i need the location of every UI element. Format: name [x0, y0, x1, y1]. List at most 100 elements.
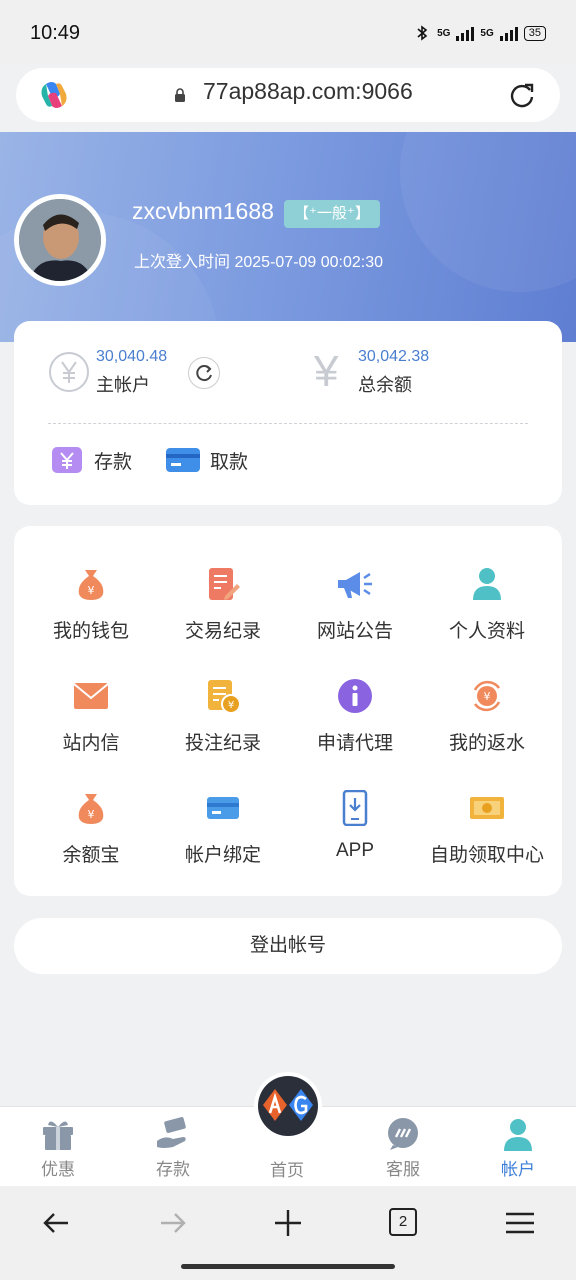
username: zxcvbnm1688 — [132, 198, 274, 224]
tab-account[interactable]: 帐户 — [478, 1117, 558, 1180]
last-login-label: 上次登入时间 — [134, 254, 231, 271]
home-indicator — [181, 1264, 395, 1269]
reload-icon[interactable] — [508, 81, 536, 109]
balance-card: 30,040.48 主帐户 ¥ 30,042.38 总余额 存款 取款 — [14, 321, 562, 505]
svg-text:¥: ¥ — [484, 690, 491, 703]
tab-customer-service[interactable]: 客服 — [363, 1117, 443, 1180]
menu-hamburger-icon[interactable] — [503, 1206, 537, 1240]
svg-text:¥: ¥ — [88, 584, 95, 597]
profile-header: zxcvbnm1688 【⁺一般⁺】 上次登入时间 2025-07-09 00:… — [0, 132, 576, 342]
network-type-1: 5G — [437, 27, 451, 39]
phone-download-icon — [335, 788, 375, 828]
menu-label: 申请代理 — [316, 733, 393, 754]
deposit-button[interactable]: 存款 — [50, 443, 132, 477]
last-login: 上次登入时间 2025-07-09 00:02:30 — [134, 248, 383, 272]
menu-item-my-rebate[interactable]: ¥ 我的返水 — [421, 662, 553, 762]
menu-label: 余额宝 — [62, 845, 120, 866]
copilot-icon[interactable] — [38, 80, 70, 110]
cash-icon — [467, 788, 507, 828]
ag-logo — [258, 1076, 318, 1136]
menu-label: 我的钱包 — [52, 621, 129, 642]
money-bag-icon: ¥ — [71, 788, 111, 828]
avatar[interactable] — [14, 194, 106, 286]
card-icon — [203, 788, 243, 828]
menu-label: 个人资料 — [448, 621, 525, 642]
refresh-icon — [196, 365, 212, 382]
menu-item-apply-agent[interactable]: 申请代理 — [289, 662, 421, 762]
forward-arrow-icon[interactable] — [155, 1206, 189, 1240]
card-icon — [166, 448, 200, 472]
menu-grid: ¥ 我的钱包 交易纪录 网站公告 个人资料 站内信 ¥ 投注纪录 申请代理 ¥ … — [14, 526, 562, 896]
total-balance-label: 总余额 — [358, 375, 412, 395]
main-account-label: 主帐户 — [96, 375, 150, 395]
svg-text:¥: ¥ — [228, 700, 234, 711]
menu-item-app[interactable]: APP — [289, 774, 421, 874]
envelope-icon — [71, 676, 111, 716]
withdraw-button[interactable]: 取款 — [164, 443, 248, 477]
status-time: 10:49 — [30, 22, 81, 44]
deposit-hand-icon — [157, 1117, 186, 1148]
refresh-balance-button[interactable] — [188, 357, 220, 389]
main-account-amount: 30,040.48 — [96, 348, 168, 365]
new-tab-plus-icon[interactable] — [271, 1206, 305, 1240]
yen-circle-icon — [49, 352, 89, 392]
back-arrow-icon[interactable] — [40, 1206, 74, 1240]
vip-badge: 【⁺一般⁺】 — [284, 200, 380, 228]
battery-icon: 35 — [523, 25, 546, 41]
withdraw-label: 取款 — [210, 451, 249, 473]
deposit-icon — [52, 447, 82, 473]
menu-label: 网站公告 — [316, 621, 393, 642]
tab-label: 帐户 — [501, 1160, 535, 1179]
menu-item-balance-treasure[interactable]: ¥ 余额宝 — [25, 774, 157, 874]
tab-promotions[interactable]: 优惠 — [18, 1117, 98, 1180]
signal-icon-1 — [456, 25, 475, 41]
menu-label: 帐户绑定 — [184, 845, 261, 866]
menu-item-profile[interactable]: 个人资料 — [421, 550, 553, 650]
user-icon — [467, 564, 507, 604]
avatar-photo — [19, 199, 101, 281]
document-edit-icon — [203, 564, 243, 604]
tab-label: 优惠 — [41, 1160, 75, 1179]
menu-label: 投注纪录 — [184, 733, 261, 754]
money-bag-icon: ¥ — [71, 564, 111, 604]
tab-home-label: 首页 — [270, 1161, 304, 1180]
network-type-2: 5G — [480, 27, 494, 39]
menu-item-self-service-center[interactable]: 自助领取中心 — [421, 774, 553, 874]
svg-text:¥: ¥ — [88, 808, 95, 821]
tabs-count-button[interactable]: 2 — [389, 1208, 417, 1236]
chat-icon — [388, 1118, 418, 1150]
menu-label: APP — [335, 840, 375, 861]
menu-item-bet-records[interactable]: ¥ 投注纪录 — [157, 662, 289, 762]
menu-label: 自助领取中心 — [429, 845, 544, 866]
total-balance-amount: 30,042.38 — [358, 348, 430, 365]
gift-icon — [43, 1121, 73, 1150]
status-icons: 5G 5G 35 — [413, 24, 546, 42]
last-login-time: 2025-07-09 00:02:30 — [234, 254, 384, 271]
info-icon — [335, 676, 375, 716]
menu-item-inbox[interactable]: 站内信 — [25, 662, 157, 762]
megaphone-icon — [335, 564, 375, 604]
yen-icon: ¥ — [314, 347, 339, 396]
menu-item-announcements[interactable]: 网站公告 — [289, 550, 421, 650]
tab-deposit[interactable]: 存款 — [133, 1117, 213, 1180]
signal-icon-2 — [499, 25, 518, 41]
bluetooth-icon — [417, 25, 428, 41]
url-text[interactable]: 77ap88ap.com:9066 — [203, 78, 413, 105]
tab-label: 存款 — [156, 1160, 190, 1179]
menu-item-account-binding[interactable]: 帐户绑定 — [157, 774, 289, 874]
deposit-label: 存款 — [94, 451, 133, 473]
lock-icon — [175, 88, 185, 102]
address-bar[interactable]: 77ap88ap.com:9066 — [16, 68, 560, 122]
bet-record-icon: ¥ — [203, 676, 243, 716]
account-icon — [504, 1119, 532, 1151]
menu-item-my-wallet[interactable]: ¥ 我的钱包 — [25, 550, 157, 650]
status-bar: 10:49 5G 5G 35 — [0, 0, 576, 64]
menu-label: 我的返水 — [448, 733, 525, 754]
tab-home[interactable] — [254, 1072, 322, 1140]
menu-item-transaction-records[interactable]: 交易纪录 — [157, 550, 289, 650]
tab-label: 客服 — [386, 1160, 420, 1179]
menu-label: 站内信 — [62, 733, 120, 754]
logout-button[interactable]: 登出帐号 — [14, 918, 562, 974]
menu-label: 交易纪录 — [184, 621, 261, 642]
divider — [48, 423, 528, 424]
